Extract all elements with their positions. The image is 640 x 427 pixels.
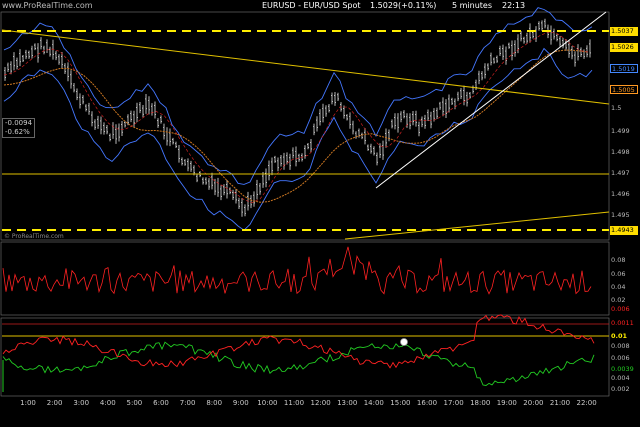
vol-tick-4: 0.02 — [611, 296, 626, 304]
time-tick: 5:00 — [126, 399, 143, 407]
price-marker-3: 1.5019 — [610, 64, 638, 73]
time-tick: 4:00 — [99, 399, 116, 407]
vol-last-label: 0.006 — [611, 305, 630, 313]
time-tick: 11:00 — [283, 399, 305, 407]
price-tick-6: 1.495 — [611, 211, 630, 219]
price-marker-5: 1.4943 — [610, 226, 638, 235]
time-tick: 9:00 — [232, 399, 249, 407]
change-info-box: -0.0094 -0.62% — [2, 118, 36, 138]
time-tick: 2:00 — [46, 399, 63, 407]
price-marker-4: 1.5005 — [610, 85, 638, 94]
vol-tick-3: 0.04 — [611, 283, 626, 291]
dmi-red-label: 0.0011 — [611, 319, 634, 327]
dmi-tick-3: 0.006 — [611, 354, 630, 362]
info-line-1: -0.0094 — [5, 119, 33, 127]
vol-tick-1: 0.08 — [611, 256, 626, 264]
dmi-green-label: 0.0039 — [611, 365, 634, 373]
price-tick-5: 1.496 — [611, 190, 630, 198]
info-line-2: -0.62% — [5, 128, 30, 136]
price-tick-3: 1.498 — [611, 148, 630, 156]
price-tick-4: 1.497 — [611, 169, 630, 177]
time-tick: 19:00 — [496, 399, 517, 407]
dmi-tick-4: 0.004 — [611, 374, 630, 382]
time-tick: 16:00 — [416, 399, 438, 407]
vol-tick-2: 0.06 — [611, 270, 626, 278]
time-tick: 21:00 — [549, 399, 571, 407]
dmi-tick-2: 0.008 — [611, 342, 630, 350]
time-tick: 6:00 — [153, 399, 169, 407]
time-tick: 1:00 — [20, 399, 36, 407]
clock-label: 22:13 — [502, 1, 526, 10]
time-tick: 20:00 — [523, 399, 544, 407]
time-tick: 15:00 — [390, 399, 411, 407]
price-chart[interactable] — [0, 0, 640, 427]
price-change: (+0.11%) — [398, 1, 437, 10]
brand-label: www.ProRealTime.com — [2, 1, 93, 10]
time-tick: 12:00 — [310, 399, 331, 407]
time-tick: 13:00 — [337, 399, 358, 407]
price-tick-1: 1.5 — [611, 104, 622, 112]
time-tick: 14:00 — [363, 399, 384, 407]
time-tick: 7:00 — [179, 399, 196, 407]
time-tick: 8:00 — [206, 399, 223, 407]
last-price: 1.5029 — [370, 1, 398, 10]
price-tick-2: 1.499 — [611, 127, 630, 135]
time-tick: 10:00 — [257, 399, 278, 407]
cross-marker — [400, 338, 408, 346]
timeframe-label: 5 minutes — [452, 1, 493, 10]
chart-header: www.ProRealTime.com EURUSD - EUR/USD Spo… — [0, 0, 640, 12]
time-tick: 3:00 — [73, 399, 90, 407]
price-marker-2: 1.5026 — [610, 43, 638, 52]
dmi-tick-5: 0.002 — [611, 385, 630, 393]
dmi-tick-1: 0.01 — [611, 332, 628, 340]
bottom-brand: © ProRealTime.com — [4, 233, 64, 240]
instrument-title: EURUSD - EUR/USD Spot — [262, 1, 361, 10]
time-tick: 17:00 — [443, 399, 464, 407]
time-tick: 22:00 — [576, 399, 597, 407]
price-marker-1: 1.5037 — [610, 27, 638, 36]
time-tick: 18:00 — [470, 399, 491, 407]
